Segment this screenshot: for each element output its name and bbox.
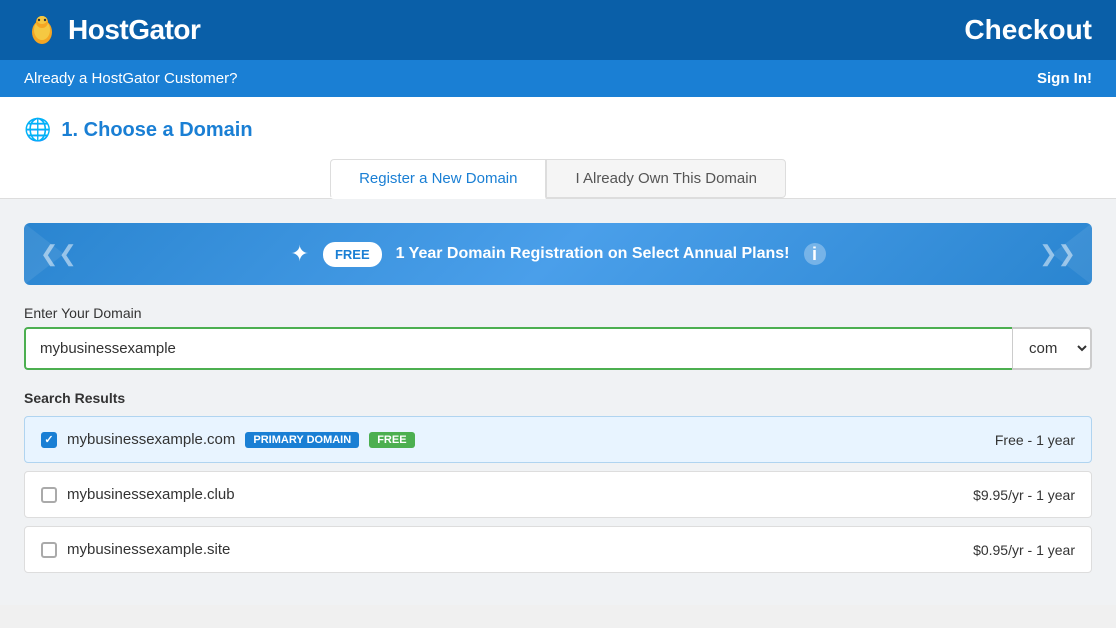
result-left: mybusinessexample.club [41,486,235,503]
tab-register[interactable]: Register a New Domain [330,159,546,199]
result-left: mybusinessexample.com PRIMARY DOMAIN FRE… [41,431,415,448]
sub-header: Already a HostGator Customer? Sign In! [0,60,1116,97]
checkout-label: Checkout [964,14,1092,46]
tabs-container: Register a New Domain I Already Own This… [0,143,1116,199]
info-icon[interactable]: i [804,243,826,265]
chevron-right-icon: ❯❯ [1039,241,1076,267]
result-price-3: $0.95/yr - 1 year [973,542,1075,558]
promo-text: 1 Year Domain Registration on Select Ann… [396,245,790,263]
logo-text: HostGator [68,14,200,46]
tld-select[interactable]: com net org info biz [1012,327,1092,370]
logo-icon [24,12,60,48]
main-content: 🌐 1. Choose a Domain Register a New Doma… [0,97,1116,605]
result-checkbox-1[interactable] [41,432,57,448]
result-domain-1: mybusinessexample.com [67,431,235,448]
header: HostGator Checkout [0,0,1116,60]
sparkle-icon: ✦ [291,241,309,267]
body-content: ❮❮ ✦ FREE 1 Year Domain Registration on … [0,199,1116,605]
domain-input-row: com net org info biz [24,327,1092,370]
promo-banner: ❮❮ ✦ FREE 1 Year Domain Registration on … [24,223,1092,285]
signin-link[interactable]: Sign In! [1037,70,1092,87]
result-domain-2: mybusinessexample.club [67,486,235,503]
primary-domain-badge: PRIMARY DOMAIN [245,432,359,448]
domain-input[interactable] [24,327,1012,370]
result-price-2: $9.95/yr - 1 year [973,487,1075,503]
result-price-1: Free - 1 year [995,432,1075,448]
result-row: mybusinessexample.club $9.95/yr - 1 year [24,471,1092,518]
result-domain-3: mybusinessexample.site [67,541,230,558]
section-title: 1. Choose a Domain [61,119,252,142]
result-checkbox-2[interactable] [41,487,57,503]
domain-input-label: Enter Your Domain [24,305,1092,321]
free-badge: FREE [323,242,382,267]
search-results-label: Search Results [24,390,1092,406]
result-checkbox-3[interactable] [41,542,57,558]
chevron-left-icon: ❮❮ [40,241,77,267]
logo: HostGator [24,12,200,48]
result-left: mybusinessexample.site [41,541,230,558]
tab-own-domain[interactable]: I Already Own This Domain [546,159,785,198]
customer-text: Already a HostGator Customer? [24,70,237,87]
result-row: mybusinessexample.site $0.95/yr - 1 year [24,526,1092,573]
globe-icon: 🌐 [24,117,51,143]
section-header: 🌐 1. Choose a Domain [0,97,1116,143]
free-domain-badge: FREE [369,432,414,448]
result-row: mybusinessexample.com PRIMARY DOMAIN FRE… [24,416,1092,463]
